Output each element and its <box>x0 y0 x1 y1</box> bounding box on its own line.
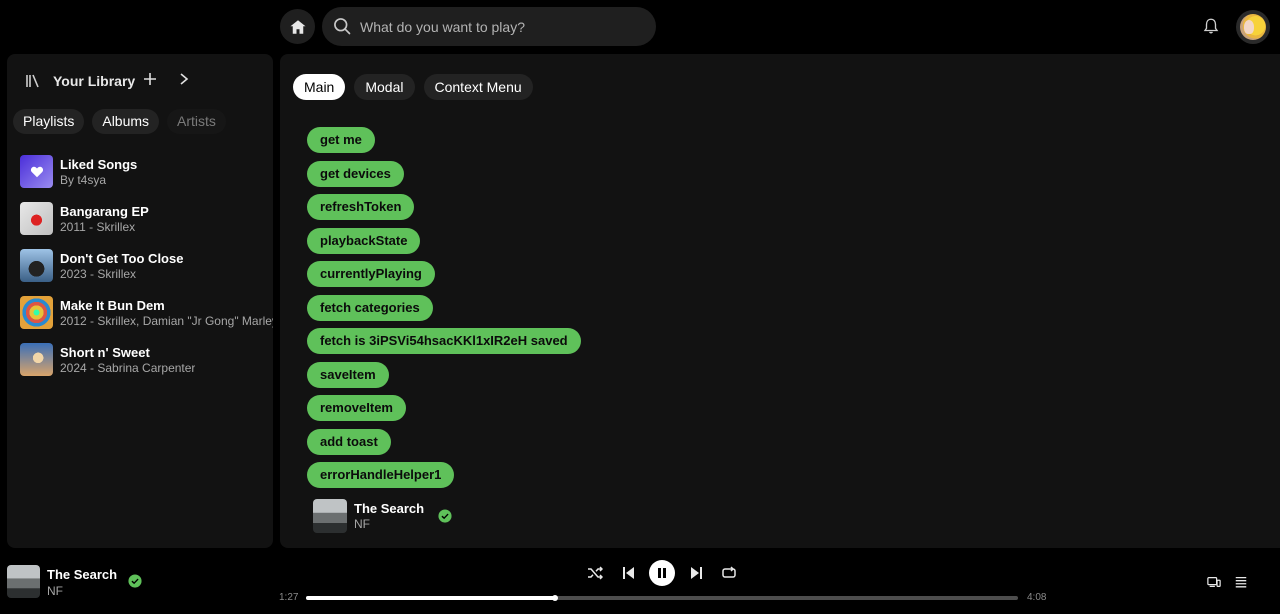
album-cover <box>20 202 53 235</box>
pause-button[interactable] <box>649 560 675 586</box>
now-playing-artist[interactable]: NF <box>47 584 63 598</box>
library-item[interactable]: Bangarang EP 2011 - Skrillex <box>20 195 273 242</box>
track-artist: NF <box>354 517 370 531</box>
item-title: Liked Songs <box>60 156 138 172</box>
user-avatar-button[interactable] <box>1236 10 1270 44</box>
item-title: Short n' Sweet <box>60 344 150 360</box>
library-list: Liked Songs By t4sya Bangarang EP 2011 -… <box>20 148 273 383</box>
repeat-icon[interactable] <box>721 565 737 581</box>
refresh-token-button[interactable]: refreshToken <box>307 194 415 220</box>
tab-context-menu[interactable]: Context Menu <box>423 74 533 100</box>
progress-handle[interactable] <box>552 595 559 601</box>
track-title: The Search <box>354 501 425 516</box>
item-subtitle: 2012 - Skrillex, Damian "Jr Gong" Marley <box>60 313 273 328</box>
elapsed-time: 1:27 <box>279 592 299 603</box>
now-playing-title[interactable]: The Search <box>47 567 117 582</box>
album-cover <box>20 296 53 329</box>
item-title: Make It Bun Dem <box>60 297 165 313</box>
get-devices-button[interactable]: get devices <box>307 160 404 187</box>
library-header[interactable]: Your Library <box>25 70 135 92</box>
playback-state-button[interactable]: playbackState <box>307 227 421 254</box>
liked-songs-cover <box>20 155 53 188</box>
tab-bar: Main Modal Context Menu <box>293 74 533 100</box>
action-buttons: get me get devices refreshToken playback… <box>307 127 581 488</box>
pause-icon <box>658 568 666 578</box>
player-bar: The Search NF 1:27 4:08 <box>0 548 1280 614</box>
currently-playing-button[interactable]: currentlyPlaying <box>307 261 435 287</box>
add-toast-button[interactable]: add toast <box>307 428 391 455</box>
main-panel: Main Modal Context Menu get me get devic… <box>280 54 1280 548</box>
library-item[interactable]: Don't Get Too Close 2023 - Skrillex <box>20 242 273 289</box>
filter-albums[interactable]: Albums <box>92 109 160 134</box>
heart-icon <box>30 166 43 177</box>
item-subtitle: 2023 - Skrillex <box>60 266 137 281</box>
item-subtitle: 2024 - Sabrina Carpenter <box>60 360 196 375</box>
shuffle-icon[interactable] <box>587 565 603 581</box>
album-cover <box>20 249 53 282</box>
library-item[interactable]: Liked Songs By t4sya <box>20 148 273 195</box>
home-button[interactable] <box>280 9 315 44</box>
home-icon <box>290 19 305 34</box>
devices-icon[interactable] <box>1207 575 1221 589</box>
check-circle-icon[interactable] <box>438 509 452 523</box>
tab-modal[interactable]: Modal <box>354 74 415 100</box>
plus-icon[interactable] <box>143 72 157 86</box>
track-row[interactable]: The Search NF <box>313 499 452 533</box>
now-playing-thumbnail[interactable] <box>7 565 40 598</box>
search-bar[interactable] <box>322 7 656 46</box>
item-title: Don't Get Too Close <box>60 250 184 266</box>
avatar <box>1240 14 1266 40</box>
progress-fill <box>306 596 556 600</box>
item-subtitle: By t4sya <box>60 172 107 187</box>
bell-icon[interactable] <box>1202 17 1220 35</box>
save-item-button[interactable]: saveItem <box>307 361 389 388</box>
track-thumbnail <box>313 499 347 533</box>
filter-playlists[interactable]: Playlists <box>13 109 85 134</box>
fetch-saved-button[interactable]: fetch is 3iPSVi54hsacKKl1xIR2eH saved <box>307 328 581 354</box>
progress-bar[interactable] <box>306 595 1018 601</box>
item-title: Bangarang EP <box>60 203 149 219</box>
library-title: Your Library <box>53 73 136 89</box>
duration-time: 4:08 <box>1027 592 1047 603</box>
arrow-right-icon[interactable] <box>177 72 191 86</box>
filter-artists[interactable]: Artists <box>167 109 226 134</box>
previous-icon[interactable] <box>621 565 637 581</box>
item-subtitle: 2011 - Skrillex <box>60 219 136 234</box>
check-circle-icon[interactable] <box>128 574 142 588</box>
queue-icon[interactable] <box>1234 575 1248 589</box>
top-bar <box>0 0 1280 54</box>
library-icon <box>26 74 39 88</box>
library-sidebar: Your Library Playlists Albums Artists Li… <box>7 54 273 548</box>
search-icon <box>334 18 351 35</box>
album-cover <box>20 343 53 376</box>
tab-main[interactable]: Main <box>293 74 346 100</box>
remove-item-button[interactable]: removeItem <box>307 395 406 421</box>
get-me-button[interactable]: get me <box>307 127 375 153</box>
error-handle-helper-button[interactable]: errorHandleHelper1 <box>307 462 455 488</box>
search-input[interactable] <box>360 7 650 46</box>
library-item[interactable]: Make It Bun Dem 2012 - Skrillex, Damian … <box>20 289 273 336</box>
fetch-categories-button[interactable]: fetch categories <box>307 294 433 321</box>
next-icon[interactable] <box>688 565 704 581</box>
library-filters: Playlists Albums Artists <box>13 109 226 134</box>
library-item[interactable]: Short n' Sweet 2024 - Sabrina Carpenter <box>20 336 273 383</box>
